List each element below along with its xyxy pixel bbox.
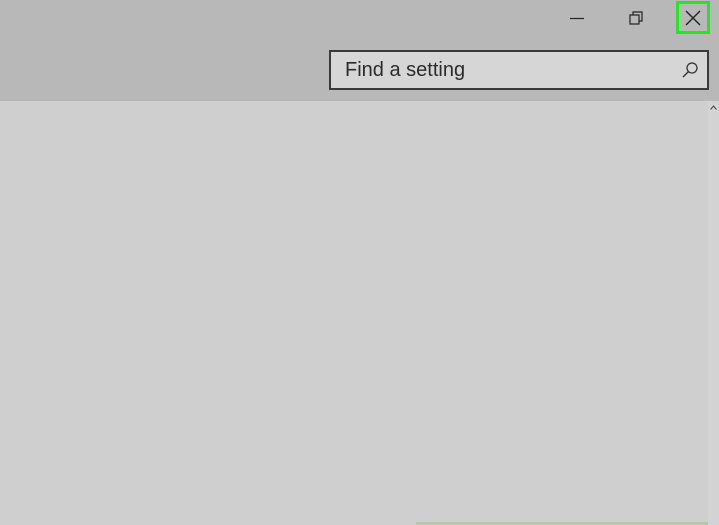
search-box[interactable] [329,50,709,90]
minimize-icon [570,17,584,20]
restore-button[interactable] [618,0,654,36]
vertical-scrollbar[interactable] [708,101,719,525]
search-input[interactable] [331,52,685,88]
minimize-button[interactable] [560,0,594,36]
content-area [0,101,708,525]
settings-header [0,0,719,101]
scroll-up-arrow[interactable] [708,101,719,113]
close-button[interactable] [676,1,710,34]
close-icon [685,10,701,25]
restore-icon [629,11,643,25]
chevron-up-icon [710,104,717,110]
search-icon[interactable] [681,61,699,79]
